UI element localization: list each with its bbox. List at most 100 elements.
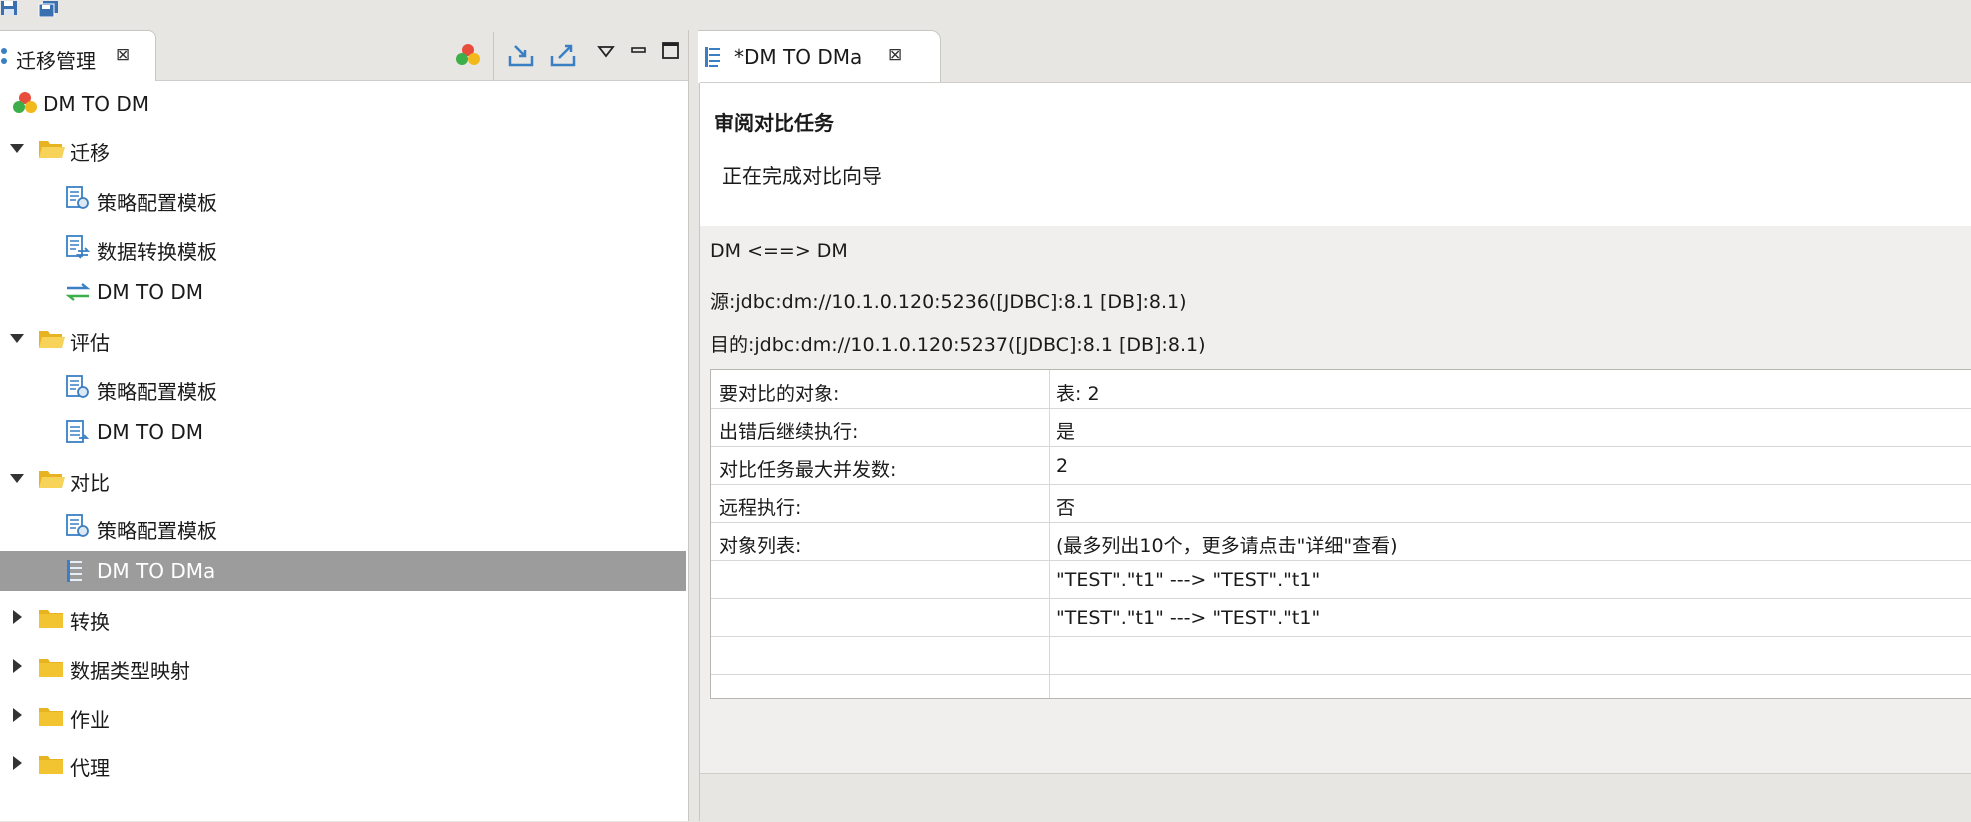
row-key: 远程执行:	[719, 497, 802, 519]
tree-node-policy-template[interactable]: 策略配置模板	[0, 507, 686, 547]
row-value: 否	[1056, 497, 1076, 519]
tree-node-datatype-mapping[interactable]: 数据类型映射	[0, 647, 686, 687]
tree-node-label: 数据转换模板	[97, 240, 217, 264]
folder-open-icon	[38, 138, 65, 158]
tree-node-data-convert-template[interactable]: 数据转换模板	[0, 228, 686, 268]
table-row: "TEST"."t1" ---> "TEST"."t1"	[711, 560, 1971, 599]
tree-node-label: 策略配置模板	[97, 380, 217, 404]
tree-node-label: DM TO DMa	[97, 559, 216, 583]
header-subtitle: 正在完成对比向导	[722, 164, 882, 188]
target-connection: 目的:jdbc:dm://10.1.0.120:5237([JDBC]:8.1 …	[710, 334, 1206, 356]
folder-closed-icon	[38, 656, 64, 677]
table-row: 对比任务最大并发数: 2	[711, 446, 1971, 485]
tree-node-label: 策略配置模板	[97, 191, 217, 215]
table-row: 要对比的对象: 表: 2	[711, 370, 1971, 409]
row-value: 表: 2	[1056, 383, 1100, 405]
row-key: 对比任务最大并发数:	[719, 459, 897, 481]
folder-closed-icon	[38, 607, 64, 628]
export-icon[interactable]	[549, 42, 577, 73]
tree-node-label: 评估	[70, 331, 110, 355]
column-divider	[1049, 370, 1050, 698]
tree-node-root[interactable]: DM TO DM	[0, 84, 686, 124]
table-row: "TEST"."t1" ---> "TEST"."t1"	[711, 598, 1971, 637]
save-all-icon[interactable]	[38, 0, 60, 18]
database-group-icon[interactable]	[455, 42, 481, 73]
migration-arrows-icon	[65, 282, 91, 307]
wizard-button-bar	[700, 773, 1971, 822]
compare-summary-table: 要对比的对象: 表: 2 出错后继续执行: 是 对比任务最大并发数: 2 远程执…	[710, 369, 1971, 699]
import-icon[interactable]	[507, 42, 535, 73]
close-icon[interactable]: ⊠	[116, 45, 130, 65]
maximize-icon[interactable]	[661, 42, 681, 65]
wizard-header: 审阅对比任务 正在完成对比向导	[700, 82, 1971, 227]
row-value: "TEST"."t1" ---> "TEST"."t1"	[1056, 569, 1321, 591]
folder-open-icon	[38, 328, 65, 348]
policy-template-icon	[65, 374, 91, 405]
tree-node-label: DM TO DM	[43, 92, 149, 116]
folder-open-icon	[38, 468, 65, 488]
row-value: "TEST"."t1" ---> "TEST"."t1"	[1056, 607, 1321, 629]
tree-node-label: 作业	[70, 708, 110, 732]
tree-node-label: 代理	[70, 756, 110, 780]
tree-node-migration-task[interactable]: DM TO DM	[0, 272, 686, 312]
table-row	[711, 636, 1971, 675]
main-toolbar	[0, 0, 1971, 30]
tree-node-policy-template[interactable]: 策略配置模板	[0, 368, 686, 408]
close-icon[interactable]: ⊠	[888, 45, 902, 65]
chevron-right-icon[interactable]	[13, 610, 22, 624]
chevron-down-icon[interactable]	[10, 144, 24, 153]
row-key: 出错后继续执行:	[719, 421, 859, 443]
tree-node-assessment[interactable]: 评估	[0, 319, 686, 359]
folder-closed-icon	[38, 753, 64, 774]
assessment-doc-icon	[65, 419, 91, 450]
policy-template-icon	[65, 185, 91, 216]
tree-node-convert[interactable]: 转换	[0, 598, 686, 638]
row-value: 是	[1056, 421, 1076, 443]
tree-node-label: DM TO DM	[97, 280, 203, 304]
tree-node-label: 策略配置模板	[97, 519, 217, 543]
tree-node-migration[interactable]: 迁移	[0, 129, 686, 169]
tab-compare-editor[interactable]: *DM TO DMa ⊠	[698, 30, 941, 83]
tab-migration-manager[interactable]: 迁移管理 ⊠	[0, 30, 156, 81]
data-convert-template-icon	[65, 234, 91, 265]
table-row: 对象列表: (最多列出10个，更多请点击"详细"查看)	[711, 522, 1971, 561]
row-value: 2	[1056, 455, 1069, 477]
table-row: 远程执行: 否	[711, 484, 1971, 523]
tree-node-policy-template[interactable]: 策略配置模板	[0, 179, 686, 219]
database-group-icon	[12, 90, 38, 121]
chevron-down-icon[interactable]	[10, 474, 24, 483]
tree-node-assessment-task[interactable]: DM TO DM	[0, 412, 686, 452]
tab-label: 迁移管理	[16, 49, 96, 73]
table-row: 出错后继续执行: 是	[711, 408, 1971, 447]
compare-doc-icon	[704, 46, 724, 73]
row-key: 要对比的对象:	[719, 383, 840, 405]
tree-node-label: DM TO DM	[97, 420, 203, 444]
view-splitter[interactable]	[688, 30, 700, 821]
chevron-right-icon[interactable]	[13, 659, 22, 673]
tree-node-label: 转换	[70, 610, 110, 634]
tree-node-agents[interactable]: 代理	[0, 744, 686, 784]
navigator-icon	[0, 47, 10, 70]
tree-node-jobs[interactable]: 作业	[0, 696, 686, 736]
row-key: 对象列表:	[719, 535, 802, 557]
view-menu-icon[interactable]	[597, 42, 615, 64]
toolbar-divider	[493, 32, 494, 80]
save-icon[interactable]	[0, 0, 22, 18]
tab-label: *DM TO DMa	[734, 45, 863, 69]
folder-closed-icon	[38, 705, 64, 726]
row-value: (最多列出10个，更多请点击"详细"查看)	[1056, 535, 1398, 557]
minimize-icon[interactable]	[630, 42, 648, 64]
header-title: 审阅对比任务	[714, 111, 834, 135]
chevron-right-icon[interactable]	[13, 708, 22, 722]
source-connection: 源:jdbc:dm://10.1.0.120:5236([JDBC]:8.1 […	[710, 291, 1187, 313]
tree-node-label: 数据类型映射	[70, 659, 190, 683]
tree-node-compare-task[interactable]: DM TO DMa	[0, 551, 686, 591]
tree-node-label: 对比	[70, 471, 110, 495]
policy-template-icon	[65, 513, 91, 544]
chevron-right-icon[interactable]	[13, 756, 22, 770]
summary-line: DM <==> DM	[710, 240, 848, 262]
chevron-down-icon[interactable]	[10, 334, 24, 343]
tree-node-label: 迁移	[70, 141, 110, 165]
tree-node-compare[interactable]: 对比	[0, 459, 686, 499]
compare-doc-icon	[65, 558, 87, 589]
